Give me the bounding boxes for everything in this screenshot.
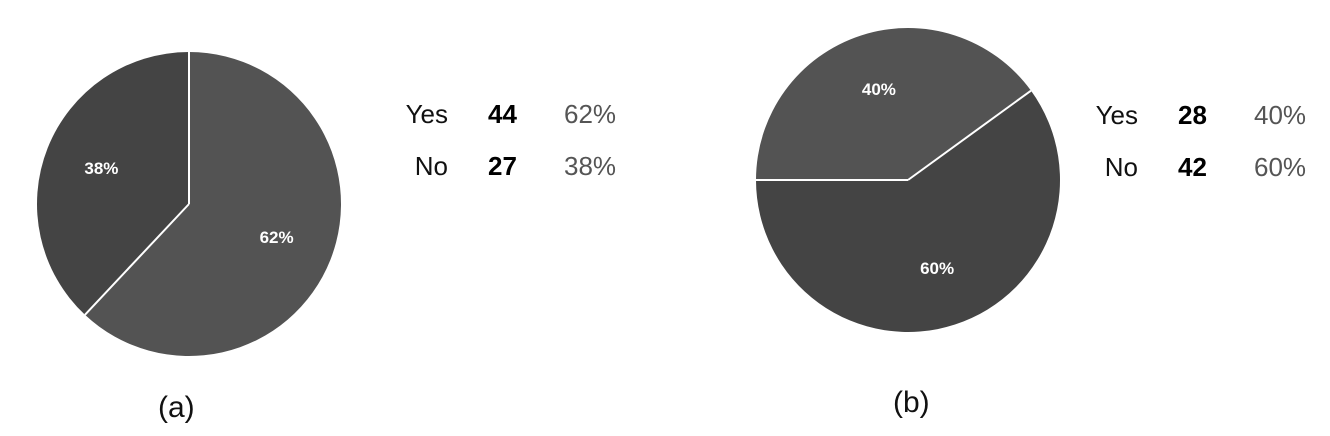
chart-caption-a: (a) [158,391,195,424]
chart-caption-b: (b) [893,386,930,419]
chart-panel-b: 40% 60% Yes 28 40% No 42 60% (b) [665,0,1330,436]
legend-percent-yes: 40% [1254,100,1307,130]
pie-chart-b: 40% 60% [756,27,1060,332]
legend-label-yes: Yes [1095,100,1138,130]
legend-percent-no: 38% [564,151,617,181]
legend-count-no: 42 [1178,152,1207,182]
slice-label-yes: 40% [862,80,896,99]
legend-row-yes: Yes 28 40% [1070,89,1306,141]
legend-label-no: No [414,151,448,181]
legend-b: Yes 28 40% No 42 60% [1070,89,1306,193]
legend-row-yes: Yes 44 62% [380,88,616,140]
legend-count-yes: 28 [1178,100,1207,130]
legend-percent-yes: 62% [564,99,617,129]
chart-panel-a: 62% 38% Yes 44 62% No 27 38% (a) [0,0,665,436]
legend-percent-no: 60% [1254,152,1307,182]
legend-count-yes: 44 [488,99,517,129]
legend-label-yes: Yes [405,99,448,129]
legend-a: Yes 44 62% No 27 38% [380,88,616,192]
legend-row-no: No 42 60% [1070,141,1306,193]
pie-chart-a: 62% 38% [37,52,341,356]
slice-label-no: 60% [920,259,954,278]
legend-label-no: No [1104,152,1138,182]
slice-label-no: 38% [84,159,118,178]
slice-label-yes: 62% [260,228,294,247]
legend-count-no: 27 [488,151,517,181]
legend-row-no: No 27 38% [380,140,616,192]
